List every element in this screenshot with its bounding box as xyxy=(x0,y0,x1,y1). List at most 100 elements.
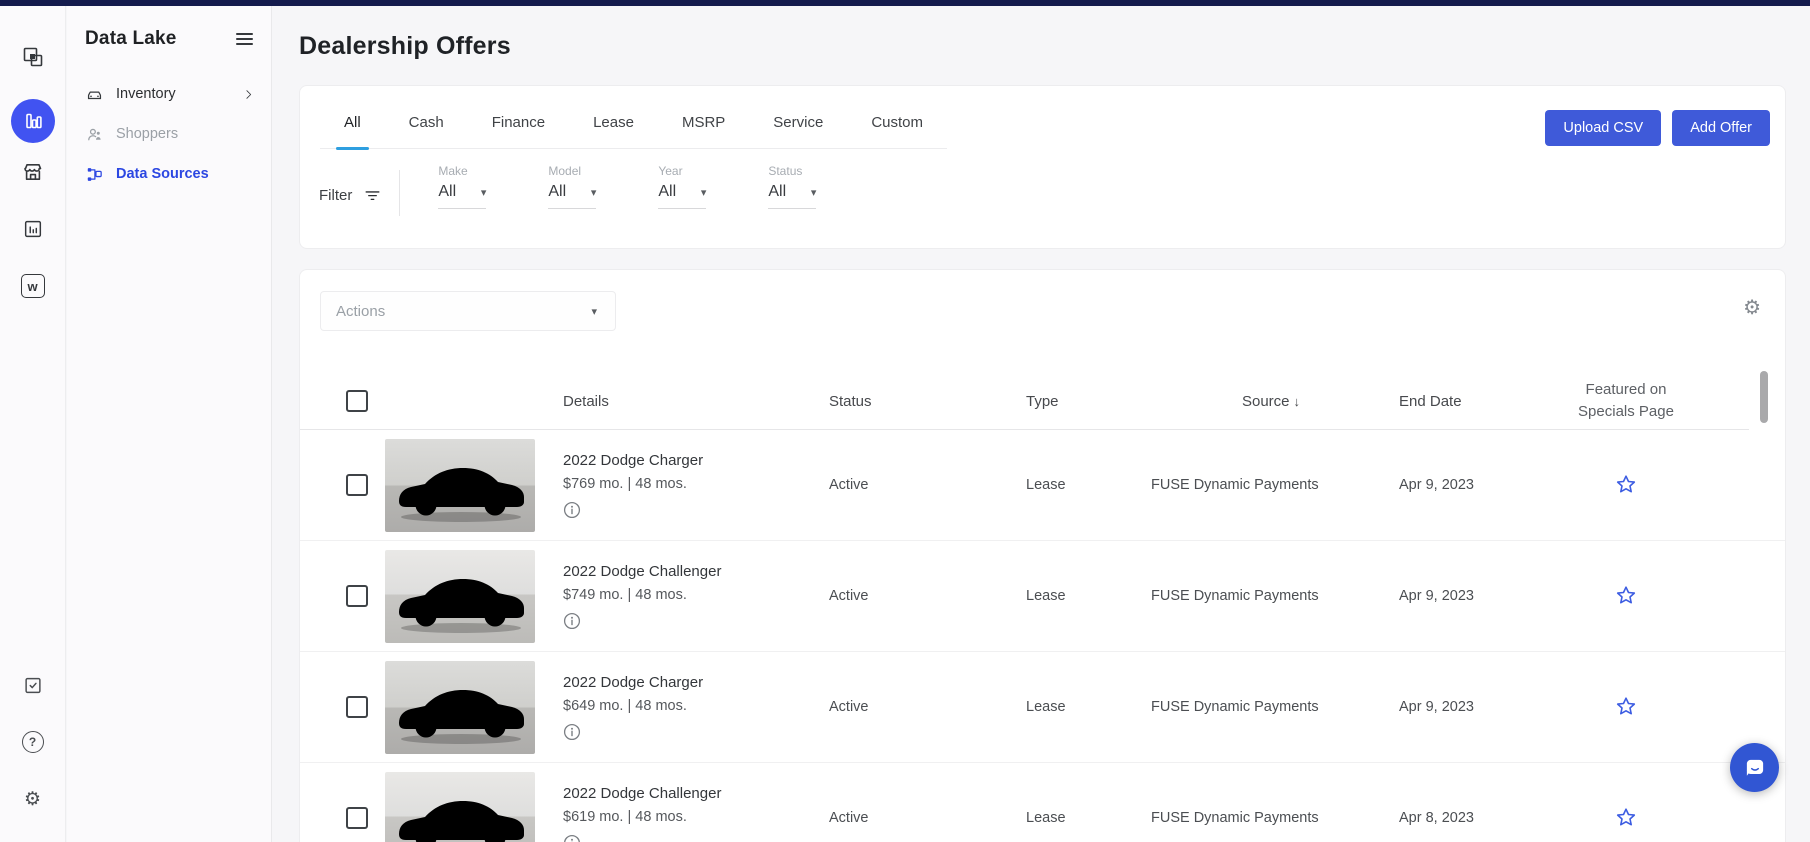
tasks-icon[interactable] xyxy=(18,670,48,700)
filter-row: Filter Make All ▾ Model All ▾ Year All ▾ xyxy=(300,164,1785,216)
info-icon[interactable] xyxy=(563,834,581,842)
rail-bottom-group: ? ⚙ xyxy=(18,643,48,814)
row-checkbox[interactable] xyxy=(346,474,368,496)
filter-field-model[interactable]: Model All ▾ xyxy=(548,164,596,209)
column-header-featured[interactable]: Featured on Specials Page xyxy=(1531,379,1721,423)
sidebar-item-label: Inventory xyxy=(116,86,176,102)
row-checkbox[interactable] xyxy=(346,585,368,607)
car-icon xyxy=(85,85,104,104)
table-row: 2022 Dodge Challenger $749 mo. | 48 mos.… xyxy=(300,541,1785,652)
select-all-checkbox[interactable] xyxy=(346,390,368,412)
featured-star-icon[interactable] xyxy=(1614,473,1638,497)
offer-status: Active xyxy=(821,477,1021,493)
sidebar-title: Data Lake xyxy=(85,28,177,50)
divider xyxy=(399,170,400,216)
sidebar-item-shoppers[interactable]: Shoppers xyxy=(85,114,255,154)
filter-toggle[interactable]: Filter xyxy=(319,186,382,205)
tab-finance[interactable]: Finance xyxy=(478,86,559,148)
sort-desc-icon: ↓ xyxy=(1294,394,1301,409)
tab-cash[interactable]: Cash xyxy=(395,86,458,148)
settings-icon[interactable]: ⚙ xyxy=(18,784,48,814)
page-title: Dealership Offers xyxy=(299,32,1810,61)
add-offer-button[interactable]: Add Offer xyxy=(1672,110,1770,146)
filter-field-label: Status xyxy=(768,164,816,180)
chat-widget-button[interactable] xyxy=(1730,743,1779,792)
table-body: 2022 Dodge Charger $769 mo. | 48 mos. Ac… xyxy=(300,430,1785,842)
column-header-source[interactable]: Source↓ xyxy=(1151,393,1391,410)
sidebar-item-data-sources[interactable]: Data Sources xyxy=(85,154,255,194)
column-header-type[interactable]: Type xyxy=(1021,393,1151,410)
row-checkbox[interactable] xyxy=(346,807,368,829)
dealership-offers-page: { "colors": { "topbar": "#141b4d", "prim… xyxy=(0,0,1810,842)
offer-end-date: Apr 8, 2023 xyxy=(1391,810,1531,826)
tab-lease[interactable]: Lease xyxy=(579,86,648,148)
chat-icon xyxy=(1742,755,1768,781)
sidebar: Data Lake Inventory xyxy=(67,6,272,842)
tab-service[interactable]: Service xyxy=(759,86,837,148)
vehicle-photo xyxy=(385,439,535,532)
featured-star-icon[interactable] xyxy=(1614,695,1638,719)
row-checkbox[interactable] xyxy=(346,696,368,718)
sidebar-item-inventory[interactable]: Inventory xyxy=(85,74,255,114)
offer-source: FUSE Dynamic Payments xyxy=(1151,477,1391,493)
header-actions: Upload CSV Add Offer xyxy=(1545,110,1770,146)
tab-msrp[interactable]: MSRP xyxy=(668,86,739,148)
info-icon[interactable] xyxy=(563,612,581,630)
apps-icon[interactable] xyxy=(18,42,48,72)
storefront-icon[interactable] xyxy=(18,157,48,187)
filter-field-year[interactable]: Year All ▾ xyxy=(658,164,706,209)
column-header-status[interactable]: Status xyxy=(821,393,1021,410)
shoppers-icon xyxy=(85,125,104,144)
column-header-details[interactable]: Details xyxy=(553,393,821,410)
offer-type: Lease xyxy=(1021,810,1151,826)
chevron-down-icon: ▾ xyxy=(481,186,487,199)
filter-field-label: Make xyxy=(438,164,486,180)
tab-custom[interactable]: Custom xyxy=(857,86,937,148)
analytics-icon[interactable] xyxy=(11,99,55,143)
featured-star-icon[interactable] xyxy=(1614,584,1638,608)
offer-type-tabs: All Cash Finance Lease MSRP Service Custom xyxy=(320,86,947,149)
info-icon[interactable] xyxy=(563,723,581,741)
icon-rail: w ? ⚙ xyxy=(0,6,66,842)
upload-csv-button[interactable]: Upload CSV xyxy=(1545,110,1661,146)
table-row: 2022 Dodge Challenger $619 mo. | 48 mos.… xyxy=(300,763,1785,842)
offer-title: 2022 Dodge Challenger xyxy=(563,785,821,802)
tab-all[interactable]: All xyxy=(330,86,375,148)
offer-price: $619 mo. | 48 mos. xyxy=(563,809,821,825)
offer-end-date: Apr 9, 2023 xyxy=(1391,699,1531,715)
data-sources-icon xyxy=(85,165,104,184)
table-scrollbar[interactable] xyxy=(1760,371,1768,423)
filter-field-value: All xyxy=(548,183,566,201)
offer-source: FUSE Dynamic Payments xyxy=(1151,699,1391,715)
filters-card: All Cash Finance Lease MSRP Service Custom Fil… xyxy=(299,85,1786,249)
help-icon[interactable]: ? xyxy=(18,727,48,757)
table-settings-gear-icon[interactable]: ⚙ xyxy=(1743,298,1761,318)
filter-field-value: All xyxy=(658,183,676,201)
offer-type: Lease xyxy=(1021,699,1151,715)
filter-label: Filter xyxy=(319,187,352,204)
column-header-end-date[interactable]: End Date xyxy=(1391,393,1531,410)
filter-field-make[interactable]: Make All ▾ xyxy=(438,164,486,209)
featured-star-icon[interactable] xyxy=(1614,806,1638,830)
top-accent-bar xyxy=(0,0,1810,6)
bulk-actions-select[interactable]: Actions ▾ xyxy=(320,291,616,331)
offer-type: Lease xyxy=(1021,588,1151,604)
offer-end-date: Apr 9, 2023 xyxy=(1391,588,1531,604)
chevron-down-icon: ▾ xyxy=(591,186,597,199)
info-icon[interactable] xyxy=(563,501,581,519)
collapse-menu-icon[interactable] xyxy=(234,29,255,49)
reports-icon[interactable] xyxy=(18,214,48,244)
offer-source: FUSE Dynamic Payments xyxy=(1151,588,1391,604)
workspace-logo-icon[interactable]: w xyxy=(18,271,48,301)
filter-field-status[interactable]: Status All ▾ xyxy=(768,164,816,209)
vehicle-photo xyxy=(385,772,535,842)
bulk-actions-placeholder: Actions xyxy=(336,303,385,320)
chevron-down-icon: ▾ xyxy=(701,186,707,199)
sidebar-item-label: Data Sources xyxy=(116,166,209,182)
table-row: 2022 Dodge Charger $649 mo. | 48 mos. Ac… xyxy=(300,652,1785,763)
main-content: Dealership Offers All Cash Finance Lease MSR… xyxy=(272,6,1810,842)
filter-field-value: All xyxy=(438,183,456,201)
offer-status: Active xyxy=(821,810,1021,826)
filter-fields: Make All ▾ Model All ▾ Year All ▾ Status… xyxy=(438,164,878,209)
vehicle-photo xyxy=(385,550,535,643)
